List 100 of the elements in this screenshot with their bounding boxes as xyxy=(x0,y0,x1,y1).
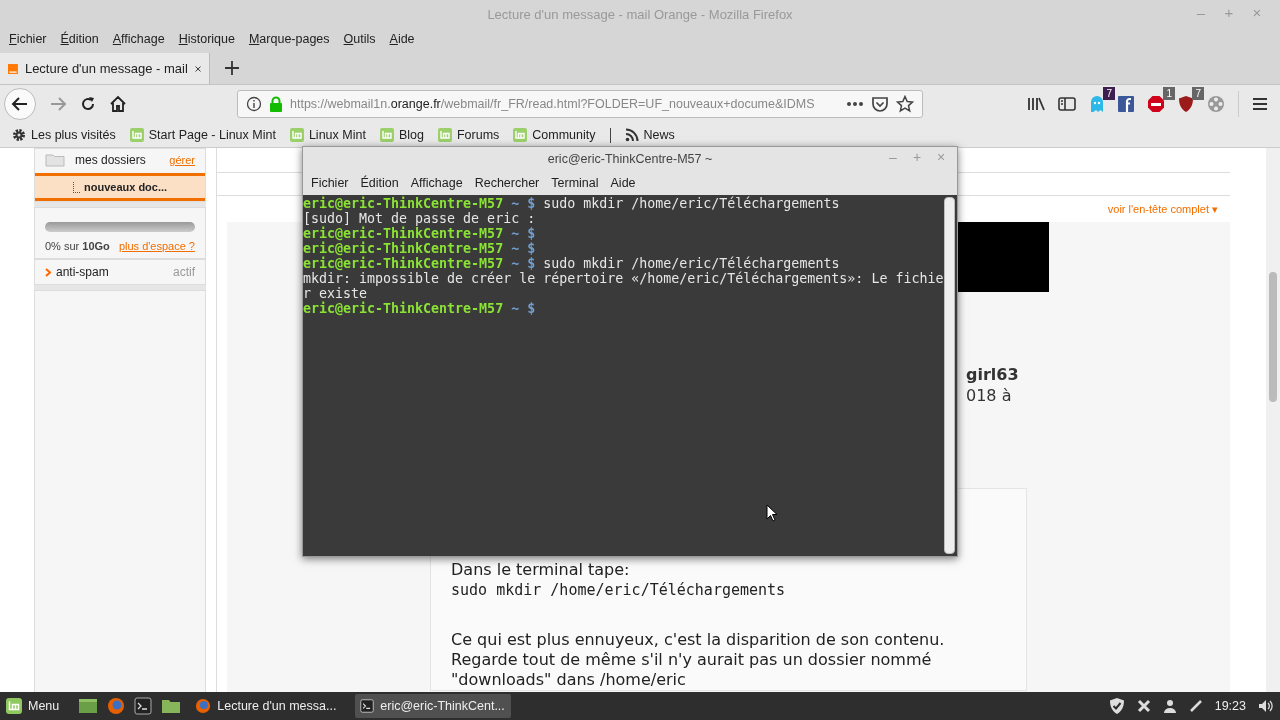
bookmark-item[interactable]: Forums xyxy=(437,128,500,142)
address-field[interactable]: https://webmail1n.orange.fr/webmail/fr_FR/read.html?FOLDER=UF_nouveaux+docume&IDMS xyxy=(237,90,923,118)
menu-button[interactable]: Menu xyxy=(6,698,60,714)
count-badge: 1 xyxy=(1163,87,1175,100)
menu-item[interactable]: Affichage xyxy=(404,176,469,190)
prompt-user: eric@eric-ThinkCentre-M57 xyxy=(303,301,504,316)
taskbar-window[interactable]: Lecture d'un messa... xyxy=(190,694,347,718)
reload-icon[interactable] xyxy=(80,96,96,112)
folder-item[interactable]: nouveaux doc... xyxy=(35,173,205,201)
prompt-path: ~ $ xyxy=(511,301,536,316)
folder-icon[interactable] xyxy=(161,698,182,714)
menu-item[interactable]: Rechercher xyxy=(468,176,546,190)
firefox-icon[interactable] xyxy=(107,697,126,715)
back-icon xyxy=(11,95,29,113)
text-fragment: 018 à xyxy=(966,385,1012,406)
prompt-user: eric@eric-ThinkCentre-M57 xyxy=(303,241,504,256)
bookmark-item[interactable]: Linux Mint xyxy=(289,128,366,142)
close-icon[interactable] xyxy=(194,63,201,74)
new-tab-icon[interactable] xyxy=(224,60,240,76)
quote-line: Regarde tout de même s'il n'y aurait pas un dossier nommé xyxy=(451,650,933,670)
prompt-path: ~ $ xyxy=(511,226,536,241)
antispam-status: actif xyxy=(173,265,195,279)
gear-icon xyxy=(12,128,26,142)
browser-tab[interactable]: Lecture d'un message - mail xyxy=(0,53,210,84)
prompt-path: ~ $ xyxy=(511,196,536,211)
sidebar-icon[interactable] xyxy=(1058,96,1076,112)
menu-item[interactable]: Édition xyxy=(53,32,106,46)
scrollbar[interactable] xyxy=(1266,148,1280,692)
output-text: mkdir: impossible de créer le répertoire «/home/eric/Téléchargements»: Le fichie xyxy=(303,271,944,286)
scrollbar[interactable] xyxy=(944,197,955,554)
count-badge: 7 xyxy=(1103,87,1115,100)
prompt-user: eric@eric-ThinkCentre-M57 xyxy=(303,196,504,211)
menu-item[interactable]: Historique xyxy=(171,32,242,46)
stop-sign-icon[interactable] xyxy=(1147,95,1165,113)
quote-line: Ce qui est plus ennuyeux, c'est la disparition de son contenu. xyxy=(451,630,946,650)
menu-item[interactable]: Terminal xyxy=(545,176,605,190)
more-icon[interactable] xyxy=(846,101,864,107)
count-badge: 7 xyxy=(1192,87,1204,100)
logo-icon xyxy=(379,128,394,142)
bookmark-item[interactable]: Community xyxy=(513,128,596,142)
menu-icon[interactable] xyxy=(1252,97,1268,111)
menu-item[interactable]: Affichage xyxy=(105,32,172,46)
bookmark-item[interactable]: Blog xyxy=(379,128,424,142)
firefox-icon xyxy=(195,698,212,714)
antispam-label[interactable]: anti-spam xyxy=(56,265,168,279)
window-title: Lecture d'un message - mail Orange - Mozilla Firefox xyxy=(487,6,793,22)
logo-icon xyxy=(129,128,144,142)
output-text: [sudo] Mot de passe de eric : xyxy=(303,211,536,226)
logo-icon xyxy=(437,128,452,142)
terminal-title: eric@eric-ThinkCentre-M57 ~ xyxy=(547,152,713,166)
back-button[interactable] xyxy=(4,88,36,120)
shield-check-icon[interactable] xyxy=(1108,697,1125,715)
text-fragment: girl63 xyxy=(966,364,1019,385)
command-line: sudo mkdir /home/eric/Téléchargements xyxy=(451,580,787,600)
prompt-path: ~ $ xyxy=(511,241,536,256)
chevron-icon xyxy=(45,267,51,277)
shield-icon[interactable] xyxy=(1178,95,1194,113)
library-icon[interactable] xyxy=(1027,96,1045,112)
prompt-path: ~ $ xyxy=(511,256,536,271)
network-off-icon[interactable] xyxy=(1136,699,1151,713)
cursor-icon xyxy=(766,504,778,522)
home-icon[interactable] xyxy=(109,95,127,113)
menu-item[interactable]: Fichier xyxy=(2,32,54,46)
facebook-icon[interactable] xyxy=(1118,96,1134,112)
bookmark-item[interactable]: Les plus visités xyxy=(12,128,116,142)
quote-line: "downloads" dans /home/eric xyxy=(451,670,687,690)
quote-line: Dans le terminal tape: xyxy=(451,560,631,580)
ghost-icon[interactable] xyxy=(1089,95,1105,113)
feed-icon xyxy=(624,128,639,142)
taskbar-window[interactable]: eric@eric-ThinkCent... xyxy=(355,694,512,718)
command-text: sudo mkdir /home/eric/Téléchargements xyxy=(543,256,840,271)
volume-icon[interactable] xyxy=(1258,699,1274,713)
logo-icon xyxy=(289,128,304,142)
output-text: r existe xyxy=(303,286,368,301)
user-icon[interactable] xyxy=(1162,699,1177,713)
prompt-user: eric@eric-ThinkCentre-M57 xyxy=(303,226,504,241)
menu-item[interactable]: Aide xyxy=(382,32,422,46)
pen-icon[interactable] xyxy=(1188,699,1203,713)
info-icon[interactable] xyxy=(246,96,262,112)
menu-item[interactable]: Édition xyxy=(354,176,405,190)
desktop-icon[interactable] xyxy=(78,698,99,714)
bookmark-item[interactable]: News xyxy=(624,128,675,142)
logo-icon xyxy=(513,128,528,142)
folder-icon xyxy=(45,153,65,167)
lock-icon xyxy=(269,96,283,112)
pocket-icon[interactable] xyxy=(871,95,889,113)
folders-label: mes dossiers xyxy=(75,153,147,167)
terminal-icon[interactable] xyxy=(134,697,153,715)
star-icon[interactable] xyxy=(896,95,914,113)
menu-item[interactable]: Marque-pages xyxy=(241,32,337,46)
menu-item[interactable]: Outils xyxy=(336,32,383,46)
menu-item[interactable]: Fichier xyxy=(305,176,355,190)
clock[interactable]: 19:23 xyxy=(1214,699,1246,713)
menu-item[interactable]: Aide xyxy=(604,176,642,190)
logo-icon xyxy=(6,698,22,714)
terminal-icon xyxy=(360,699,375,713)
prompt-user: eric@eric-ThinkCentre-M57 xyxy=(303,256,504,271)
command-text: sudo mkdir /home/eric/Téléchargements xyxy=(543,196,840,211)
storage-usage: 0% sur 10Go xyxy=(45,240,110,252)
bookmark-item[interactable]: Start Page - Linux Mint xyxy=(129,128,276,142)
